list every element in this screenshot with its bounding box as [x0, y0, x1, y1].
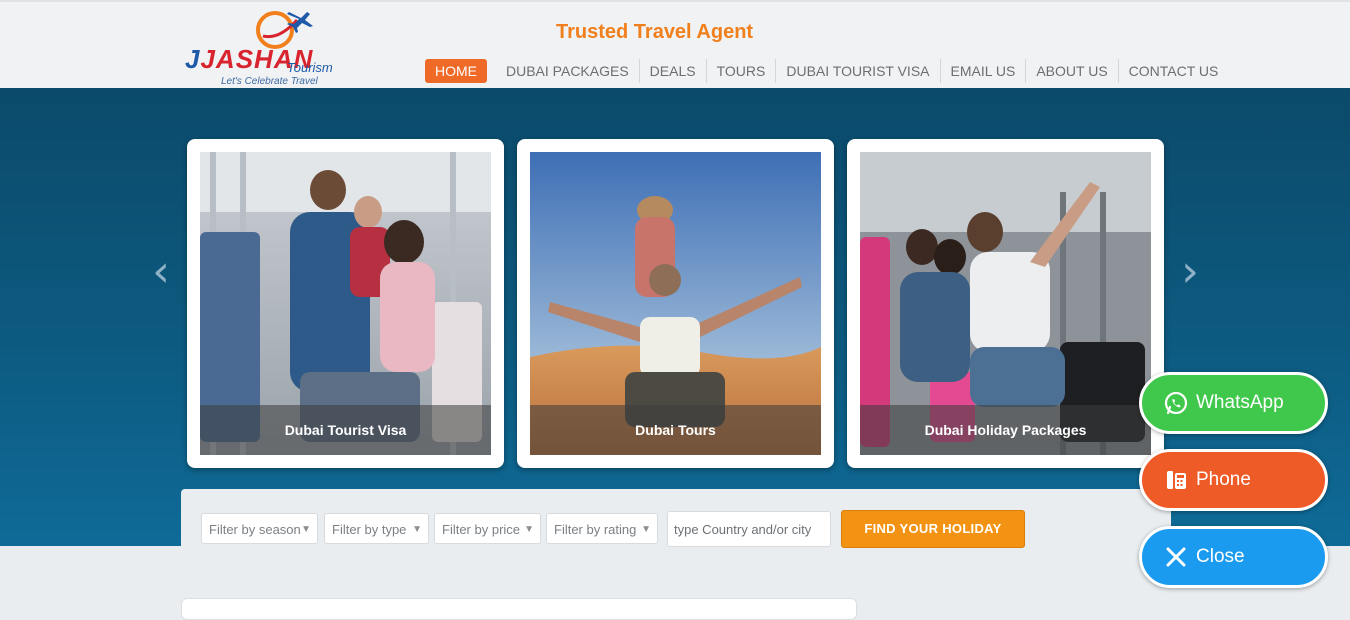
- chevron-left-icon[interactable]: ‹: [148, 250, 174, 294]
- close-button[interactable]: Close: [1139, 526, 1328, 588]
- find-holiday-button[interactable]: FIND YOUR HOLIDAY: [841, 510, 1025, 548]
- nav-tours[interactable]: TOURS: [707, 59, 777, 83]
- logo[interactable]: JJASHAN Tourism Let's Celebrate Travel: [183, 6, 358, 88]
- main-nav: HOME DUBAI PACKAGES DEALS TOURS DUBAI TO…: [425, 59, 1228, 89]
- filter-type-label: Filter by type: [332, 522, 407, 537]
- nav-dubai-packages[interactable]: DUBAI PACKAGES: [496, 59, 640, 83]
- close-label: Close: [1196, 546, 1245, 567]
- family-airport-photo: Dubai Tourist Visa: [200, 152, 491, 455]
- chevron-down-icon: ▼: [301, 524, 311, 535]
- phone-icon: [1162, 466, 1190, 494]
- close-icon: [1162, 543, 1190, 571]
- chevron-right-icon[interactable]: ›: [1177, 250, 1203, 294]
- phone-button[interactable]: Phone: [1139, 449, 1328, 511]
- whatsapp-icon: [1162, 389, 1190, 417]
- filter-rating-label: Filter by rating: [554, 522, 637, 537]
- card-holiday-packages[interactable]: Dubai Holiday Packages: [847, 139, 1164, 468]
- filter-price-label: Filter by price: [442, 522, 521, 537]
- card-tours[interactable]: Dubai Tours: [517, 139, 834, 468]
- destination-search-input[interactable]: [667, 511, 831, 547]
- phone-label: Phone: [1196, 469, 1251, 490]
- nav-contact-us[interactable]: CONTACT US: [1119, 59, 1229, 83]
- logo-tagline: Let's Celebrate Travel: [221, 76, 318, 87]
- chevron-down-icon: ▼: [524, 524, 534, 535]
- holiday-search-form: Filter by season ▼ Filter by type ▼ Filt…: [181, 489, 1171, 549]
- logo-suffix: Tourism: [287, 60, 333, 75]
- nav-about-us[interactable]: ABOUT US: [1026, 59, 1119, 83]
- filter-type-select[interactable]: Filter by type ▼: [324, 513, 429, 544]
- site-tagline: Trusted Travel Agent: [556, 21, 754, 43]
- card-caption: Dubai Tours: [530, 405, 821, 455]
- filter-season-select[interactable]: Filter by season ▼: [201, 513, 318, 544]
- card-caption: Dubai Holiday Packages: [860, 405, 1151, 455]
- chevron-down-icon: ▼: [412, 524, 422, 535]
- nav-email-us[interactable]: EMAIL US: [941, 59, 1027, 83]
- nav-dubai-tourist-visa[interactable]: DUBAI TOURIST VISA: [776, 59, 941, 83]
- card-caption: Dubai Tourist Visa: [200, 405, 491, 455]
- desert-couple-photo: Dubai Tours: [530, 152, 821, 455]
- filter-price-select[interactable]: Filter by price ▼: [434, 513, 541, 544]
- chevron-down-icon: ▼: [641, 524, 651, 535]
- whatsapp-label: WhatsApp: [1196, 392, 1284, 413]
- whatsapp-button[interactable]: WhatsApp: [1139, 372, 1328, 434]
- nav-home[interactable]: HOME: [425, 59, 487, 83]
- content-card: [181, 598, 857, 620]
- card-tourist-visa[interactable]: Dubai Tourist Visa: [187, 139, 504, 468]
- filter-rating-select[interactable]: Filter by rating ▼: [546, 513, 658, 544]
- filter-season-label: Filter by season: [209, 522, 301, 537]
- nav-deals[interactable]: DEALS: [640, 59, 707, 83]
- family-selfie-photo: Dubai Holiday Packages: [860, 152, 1151, 455]
- site-header: JJASHAN Tourism Let's Celebrate Travel T…: [0, 0, 1350, 88]
